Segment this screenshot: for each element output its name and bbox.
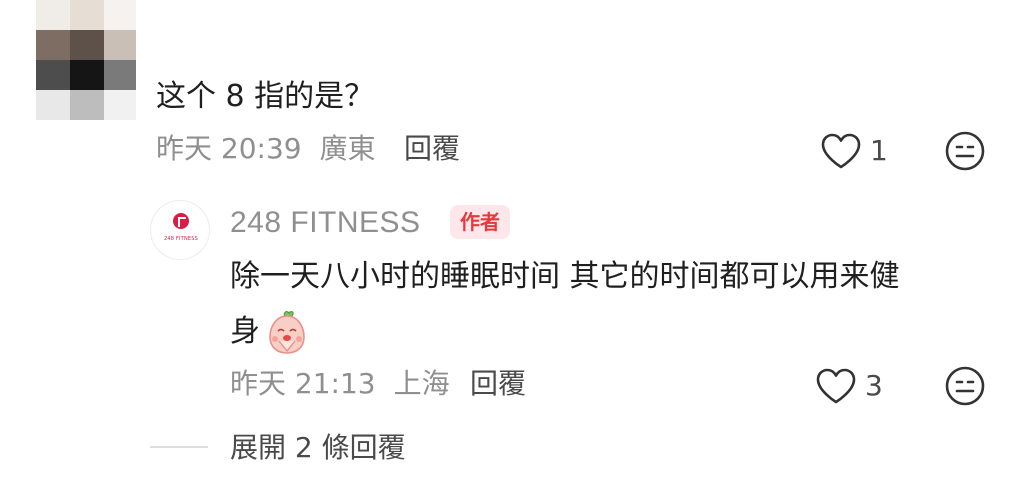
author-badge: 作者	[450, 205, 510, 239]
brand-logo-icon	[173, 213, 189, 229]
heart-outline-icon	[816, 368, 856, 404]
comment-location: 廣東	[319, 132, 376, 165]
heart-outline-icon	[821, 133, 861, 169]
author-name[interactable]: 248 FITNESS	[230, 203, 421, 243]
emoji-face-icon[interactable]	[944, 365, 986, 407]
expand-divider	[150, 446, 208, 448]
reply-text-line2: 身	[230, 309, 310, 355]
comment-text: 这个 8 指的是？	[156, 79, 375, 114]
expand-replies-button[interactable]: 展開 2 條回覆	[230, 430, 406, 466]
comment-like-button[interactable]: 1	[820, 132, 888, 170]
reply-like-count: 3	[865, 369, 883, 402]
reply-like-button[interactable]: 3	[815, 367, 883, 405]
reply-text-line1: 除一天八小时的睡眠时间 其它的时间都可以用来健	[230, 259, 900, 294]
reply-time: 昨天 21:13	[230, 367, 376, 400]
author-avatar[interactable]: 248 FITNESS	[150, 200, 210, 260]
reply-location: 上海	[393, 367, 450, 400]
reply-text-line2-text: 身	[230, 314, 260, 349]
reply-meta: 昨天 21:13 上海	[230, 366, 450, 402]
comment-reply-button[interactable]: 回覆	[404, 131, 460, 167]
comment-meta: 昨天 20:39 廣東	[156, 131, 376, 167]
praying-bun-sticker	[269, 310, 305, 354]
logo-text: 248 FITNESS	[164, 236, 198, 242]
reply-reply-button[interactable]: 回覆	[470, 366, 526, 402]
comment-time: 昨天 20:39	[156, 132, 302, 165]
comment-like-count: 1	[870, 134, 888, 167]
emoji-face-icon[interactable]	[944, 130, 986, 172]
commenter-avatar[interactable]	[36, 0, 136, 120]
